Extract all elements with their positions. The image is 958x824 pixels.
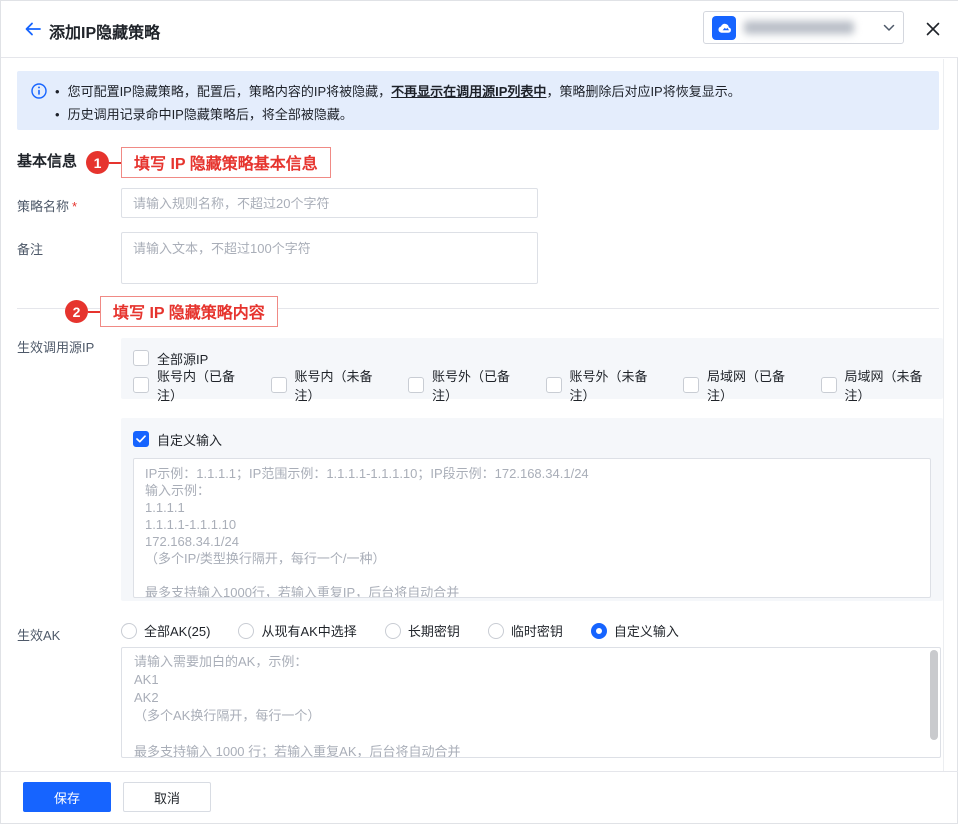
source-ip-type-panel: 全部源IP 账号内（已备注） 账号内（未备注） 账号外（已备注） 账号外（未备注… (121, 338, 943, 399)
annotation-badge-1: 1 (86, 151, 109, 174)
checkbox-all-source-ip[interactable]: 全部源IP (133, 349, 208, 368)
info-banner: • 您可配置IP隐藏策略，配置后，策略内容的IP将被隐藏，不再显示在调用源IP列… (17, 71, 939, 130)
custom-ak-textarea[interactable] (121, 647, 941, 758)
banner-bullet-1: • 您可配置IP隐藏策略，配置后，策略内容的IP将被隐藏，不再显示在调用源IP列… (55, 80, 741, 103)
banner-emphasis: 不再显示在调用源IP列表中 (391, 84, 546, 99)
checkbox-icon (271, 377, 287, 393)
radio-icon (121, 623, 137, 639)
annotation-badge-2: 2 (65, 300, 88, 323)
section-title-basic-info: 基本信息 (17, 150, 77, 171)
info-circle-icon (31, 83, 47, 126)
radio-custom-input[interactable]: 自定义输入 (591, 621, 679, 640)
checkbox-icon (546, 377, 562, 393)
custom-ip-panel: 自定义输入 (121, 418, 943, 601)
checkbox-icon (408, 377, 424, 393)
checkbox-out-account-unnoted[interactable]: 账号外（未备注） (546, 366, 657, 404)
close-icon (926, 22, 940, 39)
annotation-connector (88, 311, 100, 313)
cloud-icon (712, 16, 736, 40)
project-selector[interactable] (703, 11, 904, 44)
banner-text-1: 您可配置IP隐藏策略，配置后，策略内容的IP将被隐藏，不再显示在调用源IP列表中… (68, 80, 741, 103)
annotation-label-2: 填写 IP 隐藏策略内容 (100, 296, 278, 327)
checkbox-icon (683, 377, 699, 393)
radio-temporary-key[interactable]: 临时密钥 (488, 621, 563, 640)
back-button[interactable] (21, 18, 45, 42)
textarea-scrollbar-thumb[interactable] (930, 650, 938, 740)
top-bar: 添加IP隐藏策略 (1, 1, 958, 58)
required-asterisk: * (72, 199, 77, 214)
bullet-dot: • (55, 80, 60, 103)
footer-divider (1, 771, 958, 772)
effective-ak-label: 生效AK (17, 625, 60, 644)
checkbox-icon (133, 377, 149, 393)
ak-radio-group: 全部AK(25) 从现有AK中选择 长期密钥 临时密钥 自定义输入 (121, 621, 707, 640)
banner-text-2: 历史调用记录命中IP隐藏策略后，将全部被隐藏。 (68, 103, 353, 126)
remark-textarea[interactable] (121, 232, 538, 284)
policy-name-input[interactable] (121, 188, 538, 218)
radio-icon (238, 623, 254, 639)
checkbox-custom-input[interactable]: 自定义输入 (133, 430, 222, 449)
radio-icon (488, 623, 504, 639)
radio-long-term-key[interactable]: 长期密钥 (385, 621, 460, 640)
page-title: 添加IP隐藏策略 (49, 19, 160, 43)
save-button[interactable]: 保存 (23, 782, 111, 812)
checkbox-checked-icon (133, 431, 149, 447)
annotation-step-1: 1 填写 IP 隐藏策略基本信息 (86, 147, 331, 178)
arrow-left-icon (24, 21, 42, 40)
bullet-dot: • (55, 103, 60, 126)
checkbox-in-account-unnoted[interactable]: 账号内（未备注） (271, 366, 382, 404)
radio-selected-icon (591, 623, 607, 639)
radio-choose-existing-ak[interactable]: 从现有AK中选择 (238, 621, 356, 640)
remark-label: 备注 (17, 239, 43, 258)
annotation-connector (109, 162, 121, 164)
page-scrollbar-track[interactable] (943, 59, 957, 771)
annotation-label-1: 填写 IP 隐藏策略基本信息 (121, 147, 331, 178)
ak-textarea-wrap (121, 647, 941, 758)
source-ip-label: 生效调用源IP (17, 337, 94, 356)
project-name-redacted (744, 21, 854, 34)
annotation-step-2: 2 填写 IP 隐藏策略内容 (65, 296, 278, 327)
chevron-down-icon (883, 24, 895, 32)
banner-bullet-2: • 历史调用记录命中IP隐藏策略后，将全部被隐藏。 (55, 103, 741, 126)
checkbox-lan-noted[interactable]: 局域网（已备注） (683, 366, 794, 404)
radio-all-ak[interactable]: 全部AK(25) (121, 621, 210, 640)
checkbox-icon (821, 377, 837, 393)
checkbox-lan-unnoted[interactable]: 局域网（未备注） (821, 366, 932, 404)
cancel-button[interactable]: 取消 (123, 782, 211, 812)
checkbox-in-account-noted[interactable]: 账号内（已备注） (133, 366, 244, 404)
custom-ip-textarea[interactable] (133, 458, 931, 598)
close-button[interactable] (921, 18, 945, 42)
policy-name-label: 策略名称* (17, 196, 77, 215)
radio-icon (385, 623, 401, 639)
checkbox-out-account-noted[interactable]: 账号外（已备注） (408, 366, 519, 404)
checkbox-icon (133, 350, 149, 366)
